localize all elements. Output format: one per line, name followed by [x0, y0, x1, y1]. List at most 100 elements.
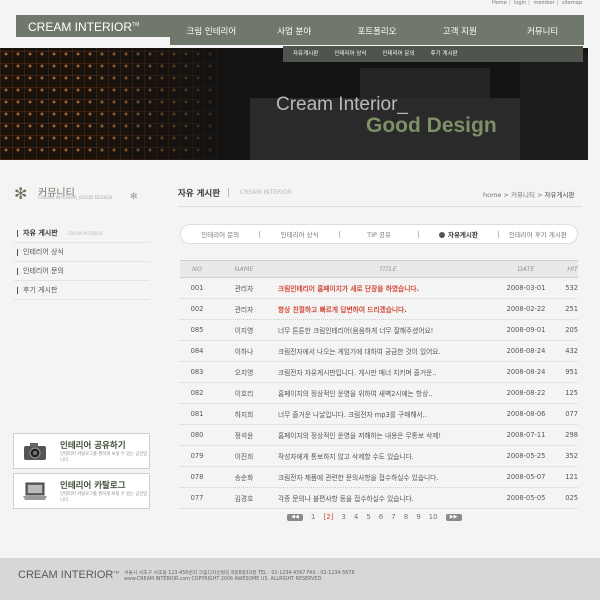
table-row[interactable]: 002 관리자 항상 친절하고 빠르게 답변하여 드리겠습니다. 2008-02-22…: [180, 299, 578, 320]
cell-title-link[interactable]: 너무 튼튼한 크림인테리어(음음하게 너무 잘해주셨어요!: [274, 325, 498, 335]
page-title: 자유 게시판: [178, 189, 221, 199]
page-link[interactable]: 6: [379, 513, 383, 521]
cell-date: 2008-07-11: [506, 431, 546, 439]
board-table: NO NAME TITLE DATE HIT 001 관리자 크림인테리어 홈페이지…: [180, 260, 578, 509]
table-row[interactable]: 085 이지영 너무 튼튼한 크림인테리어(음음하게 너무 잘해주셨어요! 2008-…: [180, 320, 578, 341]
camera-icon: [24, 443, 46, 460]
nav-item-support[interactable]: 고객 지원: [418, 15, 501, 45]
cell-date: 2008-03-01: [506, 284, 546, 292]
table-row[interactable]: 001 관리자 크림인테리어 홈페이지가 새로 단장을 하였습니다. 2008-03-…: [180, 278, 578, 299]
cell-name: 하지희: [234, 411, 254, 419]
page-link[interactable]: 5: [366, 513, 370, 521]
table-row[interactable]: 078 송순화 크림전자 제품에 관련한 문의사항을 접수하실수 있습니다. 2008…: [180, 467, 578, 488]
cell-hit: 121: [565, 473, 578, 481]
login-link[interactable]: login: [514, 0, 526, 6]
flower-small-icon: ✻: [130, 192, 138, 202]
table-row[interactable]: 077 김경호 각종 문의나 불편사항 등을 접수하실수 있습니다. 2008-05-…: [180, 488, 578, 509]
subnav-item-interior-tips[interactable]: 인테리어 상식: [334, 46, 366, 62]
tab-free-board[interactable]: 자유게시판: [419, 229, 497, 239]
sidebar-subtitle: CREAM INTERIOR_GOOD DESIGN: [38, 196, 112, 201]
cell-title-link[interactable]: 크림전자에서 나오는 게임기에 대하여 궁금한 것이 있어요.: [274, 346, 498, 356]
table-row[interactable]: 083 오지영 크림전자 자유게시판입니다. 게시판 매너 지키며 즐거운.. 200…: [180, 362, 578, 383]
flower-icon: ✻: [14, 184, 28, 203]
sidebar-item-inquiry[interactable]: 인테리어 문의: [14, 262, 150, 281]
cell-hit: 125: [565, 389, 578, 397]
tab-review-board[interactable]: 인테리어 후기 게시판: [499, 229, 577, 239]
first-page-button[interactable]: ◀◀: [287, 513, 303, 521]
cell-name: 관리자: [234, 285, 254, 293]
cell-title-link[interactable]: 크림전자 자유게시판입니다. 게시판 매너 지키며 즐거운..: [274, 367, 498, 377]
promo-catalog-title: 인테리어 카탈로그: [60, 481, 126, 491]
footer-copyright: www.CREAM INTERIOR.com COPYRIGHT 2006 AW…: [124, 577, 323, 582]
subnav-item-review[interactable]: 후기 게시판: [431, 46, 458, 62]
cell-title-link[interactable]: 홈페이지의 정상적인 운영을 저해하는 내용은 무통보 삭제!: [274, 430, 498, 440]
nav-item-business[interactable]: 사업 분야: [253, 15, 336, 45]
col-no: NO: [192, 265, 202, 273]
cell-title-link[interactable]: 홈페이지의 정상적인 운영을 위하여 새벽2시에는 항상..: [274, 388, 498, 398]
table-row[interactable]: 082 이호리 홈페이지의 정상적인 운영을 위하여 새벽2시에는 항상.. 2008…: [180, 383, 578, 404]
table-row[interactable]: 079 이진희 작성자에게 통보하지 않고 삭제할 수도 있습니다. 2008-05-…: [180, 446, 578, 467]
page-link[interactable]: 10: [429, 513, 438, 521]
breadcrumb-community[interactable]: 커뮤니티: [511, 191, 535, 199]
tab-inquiry[interactable]: 인테리어 문의: [181, 229, 259, 239]
cell-name: 송순화: [234, 474, 254, 482]
cell-no: 002: [190, 305, 204, 313]
cell-name: 이진희: [234, 453, 254, 461]
promo-share-title: 인테리어 공유하기: [60, 441, 126, 451]
nav-item-portfolio[interactable]: 포트폴리오: [336, 15, 419, 45]
cell-title-link[interactable]: 항상 친절하고 빠르게 답변하여 드리겠습니다.: [274, 304, 498, 314]
cell-title-link[interactable]: 작성자에게 통보하지 않고 삭제할 수도 있습니다.: [274, 451, 498, 461]
cell-title-link[interactable]: 너무 즐거운 나날입니다. 크림전자 mp3를 구매해서..: [274, 409, 498, 419]
page-link[interactable]: 4: [354, 513, 358, 521]
cell-hit: 352: [565, 452, 578, 460]
site-logo[interactable]: CREAM INTERIORTM: [28, 20, 139, 34]
col-name: NAME: [234, 265, 254, 273]
board-tabs: 인테리어 문의 인테리어 상식 TIP 공유 자유게시판 인테리어 후기 게시판: [180, 224, 578, 244]
cell-name: 정석윤: [234, 432, 254, 440]
cell-hit: 251: [565, 305, 578, 313]
sub-nav: 자유게시판 인테리어 상식 인테리어 문의 후기 게시판: [283, 46, 583, 62]
promo-catalog[interactable]: 인테리어 카탈로그 인테리어 카탈로그를 편하게 보실 수 있는 공간입니다.: [13, 473, 150, 509]
page-link[interactable]: 7: [391, 513, 395, 521]
subnav-item-inquiry[interactable]: 인테리어 문의: [382, 46, 414, 62]
breadcrumb-home[interactable]: home: [483, 191, 501, 199]
page-title-eng: CREAM INTERIOR: [240, 189, 292, 196]
cell-hit: 432: [565, 347, 578, 355]
sitemap-link[interactable]: sitemap: [562, 0, 582, 6]
table-header: NO NAME TITLE DATE HIT: [180, 260, 578, 278]
tab-tip-share[interactable]: TIP 공유: [340, 229, 418, 239]
page-link[interactable]: 8: [404, 513, 408, 521]
table-row[interactable]: 081 하지희 너무 즐거운 나날입니다. 크림전자 mp3를 구매해서.. 2008…: [180, 404, 578, 425]
footer-address: 서울시 서초구 서초동 123-456번지 크림디자인빌딩 8층8층10층 TE…: [124, 571, 355, 576]
page-link[interactable]: 1: [311, 513, 315, 521]
sidebar-item-review[interactable]: 후기 게시판: [14, 281, 150, 300]
cell-title-link[interactable]: 각종 문의나 불편사항 등을 접수하실수 있습니다.: [274, 493, 498, 503]
cell-name: 김경호: [234, 495, 254, 503]
cell-name: 관리자: [234, 306, 254, 314]
cell-date: 2008-05-07: [506, 473, 546, 481]
cell-date: 2008-08-24: [506, 368, 546, 376]
table-row[interactable]: 080 정석윤 홈페이지의 정상적인 운영을 저해하는 내용은 무통보 삭제! 200…: [180, 425, 578, 446]
sidebar-item-interior-tips[interactable]: 인테리어 상식: [14, 243, 150, 262]
cell-date: 2008-08-22: [506, 389, 546, 397]
page-link[interactable]: 3: [341, 513, 345, 521]
page-link[interactable]: [2]: [323, 513, 333, 521]
last-page-button[interactable]: ▶▶: [445, 513, 462, 521]
cell-title-link[interactable]: 크림인테리어 홈페이지가 새로 단장을 하였습니다.: [274, 283, 498, 293]
tab-tips[interactable]: 인테리어 상식: [260, 229, 338, 239]
subnav-item-free-board[interactable]: 자유게시판: [293, 46, 318, 62]
cell-name: 이호리: [234, 390, 254, 398]
member-link[interactable]: member: [533, 0, 554, 6]
cell-title-link[interactable]: 크림전자 제품에 관련한 문의사항을 접수하실수 있습니다.: [274, 472, 498, 482]
sidebar-item-free-board[interactable]: 자유 게시판 CREAM INTERIOR: [14, 224, 150, 243]
page-link[interactable]: 9: [416, 513, 420, 521]
cell-no: 001: [190, 284, 204, 292]
cell-name: 이하나: [234, 348, 254, 356]
cell-no: 084: [190, 347, 204, 355]
home-link[interactable]: Home: [492, 0, 507, 6]
nav-item-community[interactable]: 커뮤니티: [501, 15, 584, 45]
nav-item-company[interactable]: 크림 인테리어: [170, 15, 253, 45]
cell-no: 080: [190, 431, 204, 439]
promo-share[interactable]: 인테리어 공유하기 인테리어 카탈로그를 편하게 보실 수 있는 공간입니다.: [13, 433, 150, 469]
table-row[interactable]: 084 이하나 크림전자에서 나오는 게임기에 대하여 궁금한 것이 있어요. 200…: [180, 341, 578, 362]
